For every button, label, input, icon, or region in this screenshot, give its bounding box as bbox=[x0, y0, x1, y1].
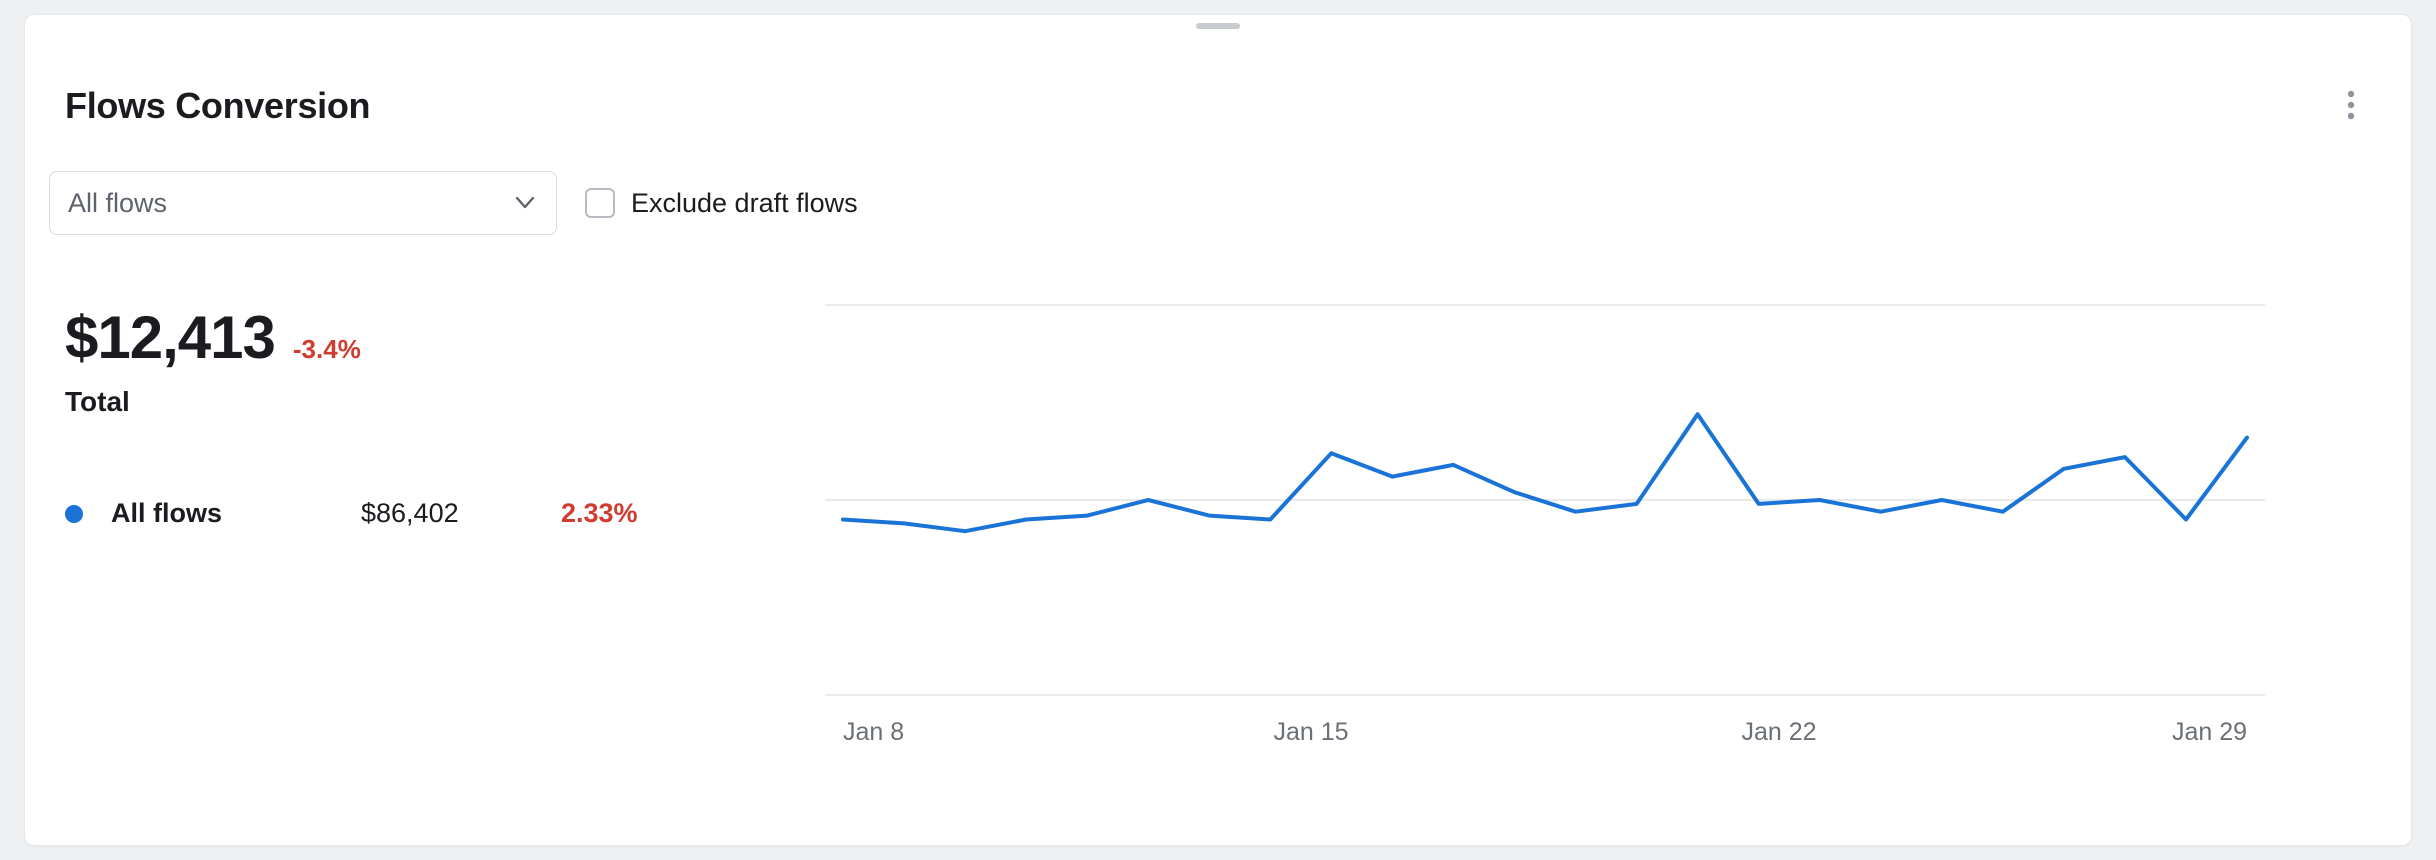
more-menu-button[interactable] bbox=[2331, 85, 2371, 125]
legend-name: All flows bbox=[111, 498, 361, 529]
svg-text:Jan 22: Jan 22 bbox=[1741, 718, 1816, 746]
legend-pct: 2.33% bbox=[561, 498, 638, 529]
svg-text:Jan 15: Jan 15 bbox=[1273, 718, 1348, 746]
legend-value: $86,402 bbox=[361, 498, 561, 529]
controls-row: All flows Exclude draft flows bbox=[49, 171, 858, 235]
line-chart: Jan 8 Jan 15 Jan 22 Jan 29 bbox=[825, 295, 2265, 755]
flows-conversion-card: Flows Conversion All flows Exclude draft… bbox=[24, 14, 2412, 846]
chevron-down-icon bbox=[516, 197, 534, 209]
svg-text:Jan 29: Jan 29 bbox=[2172, 718, 2247, 746]
total-label: Total bbox=[65, 386, 705, 418]
drag-handle[interactable] bbox=[1196, 23, 1240, 29]
flows-select[interactable]: All flows bbox=[49, 171, 557, 235]
legend-row: All flows $86,402 2.33% bbox=[65, 498, 705, 529]
exclude-draft-option[interactable]: Exclude draft flows bbox=[585, 188, 858, 219]
card-title: Flows Conversion bbox=[65, 85, 370, 127]
kebab-icon bbox=[2347, 90, 2355, 120]
exclude-draft-label: Exclude draft flows bbox=[631, 188, 858, 219]
svg-text:Jan 8: Jan 8 bbox=[843, 718, 904, 746]
series-color-dot bbox=[65, 505, 83, 523]
exclude-draft-checkbox[interactable] bbox=[585, 188, 615, 218]
flows-select-label: All flows bbox=[68, 188, 167, 219]
total-delta: -3.4% bbox=[293, 334, 361, 365]
total-value: $12,413 bbox=[65, 303, 275, 372]
summary-stats: $12,413 -3.4% Total All flows $86,402 2.… bbox=[65, 303, 705, 529]
